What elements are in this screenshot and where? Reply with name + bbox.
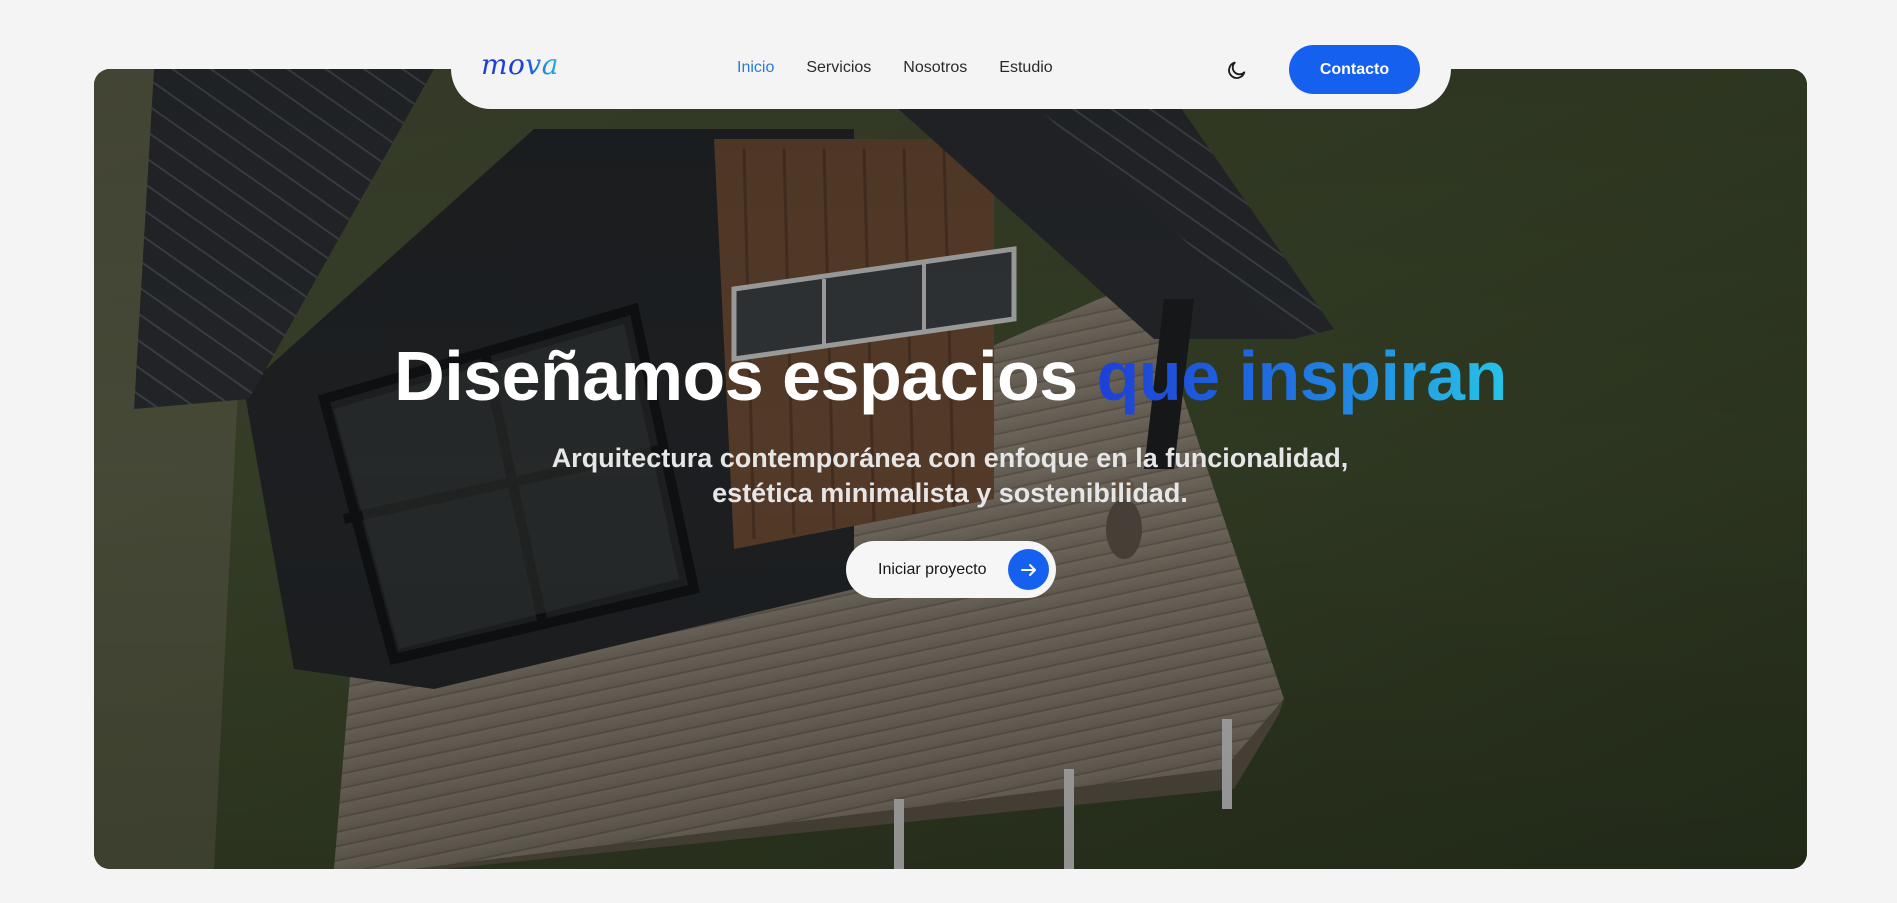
contact-button[interactable]: Contacto: [1289, 45, 1420, 94]
hero-headline: Diseñamos espacios que inspiran: [94, 341, 1807, 411]
nav-links: Inicio Servicios Nosotros Estudio: [737, 59, 1053, 77]
hero-subtitle: Arquitectura contemporánea con enfoque e…: [450, 441, 1450, 511]
start-project-label: Iniciar proyecto: [878, 560, 987, 578]
arrow-right-icon: [1008, 549, 1049, 590]
brand-logo[interactable]: mova: [481, 48, 559, 81]
subtitle-line-2: estética minimalista y sostenibilidad.: [712, 478, 1188, 508]
headline-accent: que inspiran: [1096, 337, 1508, 415]
subtitle-line-1: Arquitectura contemporánea con enfoque e…: [551, 443, 1349, 473]
nav-link-inicio[interactable]: Inicio: [737, 59, 774, 77]
nav-link-estudio[interactable]: Estudio: [999, 59, 1052, 77]
nav-link-servicios[interactable]: Servicios: [806, 59, 871, 77]
theme-toggle-button[interactable]: [1222, 55, 1252, 85]
hero-section: Diseñamos espacios que inspiran Arquitec…: [94, 69, 1807, 869]
moon-icon: [1228, 61, 1246, 79]
nav-link-nosotros[interactable]: Nosotros: [903, 59, 967, 77]
headline-plain: Diseñamos espacios: [394, 337, 1078, 415]
start-project-button[interactable]: Iniciar proyecto: [846, 541, 1056, 598]
top-navbar: mova Inicio Servicios Nosotros Estudio C…: [451, 30, 1451, 109]
